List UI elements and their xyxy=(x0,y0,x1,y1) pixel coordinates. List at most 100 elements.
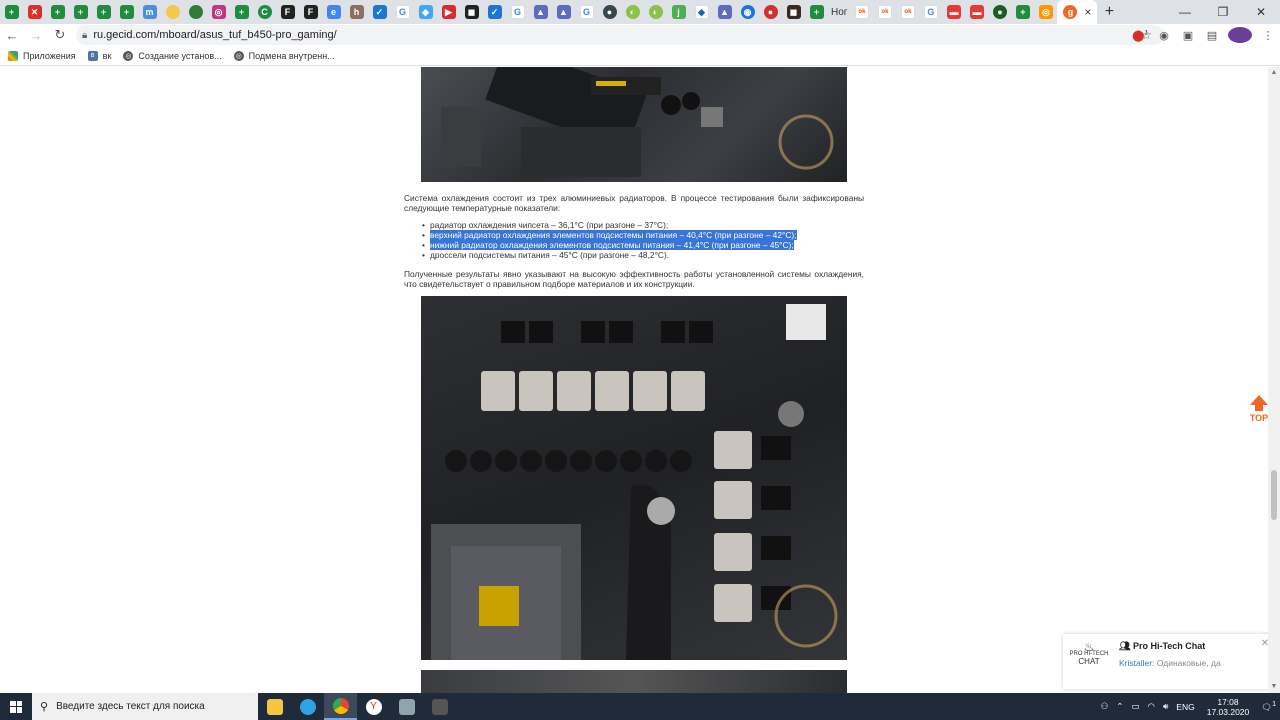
wifi-icon[interactable]: ◠ xyxy=(1148,701,1155,712)
telegram-button[interactable] xyxy=(291,693,324,720)
bookmark-label: вк xyxy=(102,50,112,61)
green-c-icon: C xyxy=(257,5,272,19)
back-button[interactable]: ← xyxy=(0,24,24,46)
extension-icon[interactable]: ⬤1 xyxy=(1128,29,1152,42)
close-window-icon[interactable]: ✕ xyxy=(1242,0,1280,24)
tab[interactable]: G xyxy=(391,0,414,24)
tab[interactable]: ◐ xyxy=(621,0,644,24)
bookmark-item[interactable]: ◎ Создание установ... xyxy=(123,50,222,61)
tab[interactable]: + xyxy=(805,0,828,24)
tab[interactable]: ▲ xyxy=(529,0,552,24)
tab-active[interactable]: g × xyxy=(1057,0,1098,24)
scroll-up-icon[interactable]: ▲ xyxy=(1268,67,1280,79)
restore-icon[interactable]: ❐ xyxy=(1204,0,1242,24)
tab[interactable]: G xyxy=(506,0,529,24)
tab[interactable]: ◼ xyxy=(782,0,805,24)
extension-icon[interactable]: ▣ xyxy=(1176,29,1200,42)
clock[interactable]: 17:08 17.03.2020 xyxy=(1207,697,1250,717)
bookmark-item[interactable]: ◎ Подмена внутренн... xyxy=(233,50,335,61)
tab[interactable]: ✓ xyxy=(483,0,506,24)
reload-button[interactable]: ↻ xyxy=(48,24,72,46)
tab[interactable]: F xyxy=(276,0,299,24)
list-item: радиатор охлаждения чипсета – 36,1°C (пр… xyxy=(422,220,797,230)
tab[interactable]: + xyxy=(230,0,253,24)
page-scrollbar[interactable]: ▲ ▼ xyxy=(1268,67,1280,693)
profile-avatar[interactable]: A xyxy=(1228,27,1252,43)
minimize-icon[interactable]: — xyxy=(1166,0,1204,24)
url-bar[interactable]: 🔒︎ ru.gecid.com/mboard/asus_tuf_b450-pro… xyxy=(76,25,1164,45)
tab[interactable]: + xyxy=(92,0,115,24)
tab[interactable]: Ног xyxy=(828,0,850,24)
vk-icon: в xyxy=(87,50,98,61)
scrollbar-thumb[interactable] xyxy=(1271,470,1277,520)
scroll-down-icon[interactable]: ▼ xyxy=(1268,681,1280,693)
forward-button[interactable]: → xyxy=(24,24,48,46)
tab[interactable]: m xyxy=(138,0,161,24)
tab[interactable]: G xyxy=(575,0,598,24)
dark-circle-icon: ● xyxy=(602,5,617,19)
tab[interactable]: + xyxy=(46,0,69,24)
tab[interactable]: ok xyxy=(850,0,873,24)
scroll-to-top-button[interactable]: TOP xyxy=(1249,395,1268,423)
tab[interactable]: C xyxy=(253,0,276,24)
tab[interactable]: ▲ xyxy=(713,0,736,24)
tab[interactable]: ◉ xyxy=(736,0,759,24)
tab[interactable]: + xyxy=(0,0,23,24)
tab[interactable]: ◎ xyxy=(1034,0,1057,24)
tab[interactable]: + xyxy=(115,0,138,24)
tab[interactable]: F xyxy=(299,0,322,24)
app-button[interactable] xyxy=(390,693,423,720)
chrome-button[interactable] xyxy=(324,693,357,720)
tab[interactable]: ▶ xyxy=(437,0,460,24)
list-item-text: верхний радиатор охлаждения элементов по… xyxy=(430,230,797,240)
tab[interactable]: ◆ xyxy=(414,0,437,24)
extension-icon[interactable]: ▤ xyxy=(1200,29,1224,42)
tab[interactable]: ◆ xyxy=(690,0,713,24)
tab[interactable]: ● xyxy=(988,0,1011,24)
chat-title-text: Pro Hi-Tech Chat xyxy=(1132,641,1206,651)
close-tab-icon[interactable]: × xyxy=(1084,5,1091,19)
tab[interactable]: ok xyxy=(873,0,896,24)
tab[interactable]: ◼ xyxy=(460,0,483,24)
tab[interactable]: G xyxy=(919,0,942,24)
language-indicator[interactable]: ENG xyxy=(1176,702,1194,712)
taskbar-search[interactable]: ⚲ Введите здесь текст для поиска xyxy=(32,693,258,720)
tab[interactable]: + xyxy=(69,0,92,24)
tab[interactable]: ▲ xyxy=(552,0,575,24)
tab[interactable]: ◎ xyxy=(207,0,230,24)
tab[interactable]: e xyxy=(322,0,345,24)
tab[interactable]: ok xyxy=(896,0,919,24)
file-explorer-button[interactable] xyxy=(258,693,291,720)
tab[interactable]: h xyxy=(345,0,368,24)
close-icon[interactable]: ✕ xyxy=(1261,638,1268,649)
tab[interactable]: ▬ xyxy=(942,0,965,24)
tab[interactable]: ● xyxy=(598,0,621,24)
bookmark-apps[interactable]: Приложения xyxy=(8,50,76,61)
tab[interactable]: j xyxy=(667,0,690,24)
list-item-text: нижний радиатор охлаждения элементов под… xyxy=(430,240,794,250)
network-icon[interactable]: ▭ xyxy=(1131,701,1139,712)
tab[interactable]: + xyxy=(1011,0,1034,24)
volume-icon[interactable]: 🔊︎ xyxy=(1163,701,1168,712)
tab[interactable]: ● xyxy=(759,0,782,24)
notification-icon[interactable]: 🗨︎1 xyxy=(1261,700,1276,713)
chat-widget[interactable]: ♨ PRO HI-TECH CHAT 👥︎ Pro Hi-Tech Chat K… xyxy=(1063,634,1268,689)
tab[interactable]: ◐ xyxy=(644,0,667,24)
new-tab-button[interactable]: + xyxy=(1097,0,1121,24)
tab[interactable] xyxy=(161,0,184,24)
people-icon[interactable]: ⚇ xyxy=(1101,701,1109,712)
chat-author: Kristaller: xyxy=(1119,658,1155,668)
menu-icon[interactable]: ⋮ xyxy=(1256,29,1280,42)
yandex-button[interactable]: Y xyxy=(357,693,390,720)
extension-icon[interactable]: ◉ xyxy=(1152,29,1176,42)
calculator-button[interactable] xyxy=(423,693,456,720)
chevron-up-icon[interactable]: ⌃ xyxy=(1116,701,1123,712)
youtube-icon: ▶ xyxy=(441,5,456,19)
start-button[interactable] xyxy=(0,693,32,720)
tab[interactable]: ✕ xyxy=(23,0,46,24)
tab[interactable]: ✓ xyxy=(368,0,391,24)
bookmark-vk[interactable]: в вк xyxy=(87,50,112,61)
tab[interactable] xyxy=(184,0,207,24)
motherboard-photo-graphic xyxy=(441,67,834,177)
tab[interactable]: ▬ xyxy=(965,0,988,24)
